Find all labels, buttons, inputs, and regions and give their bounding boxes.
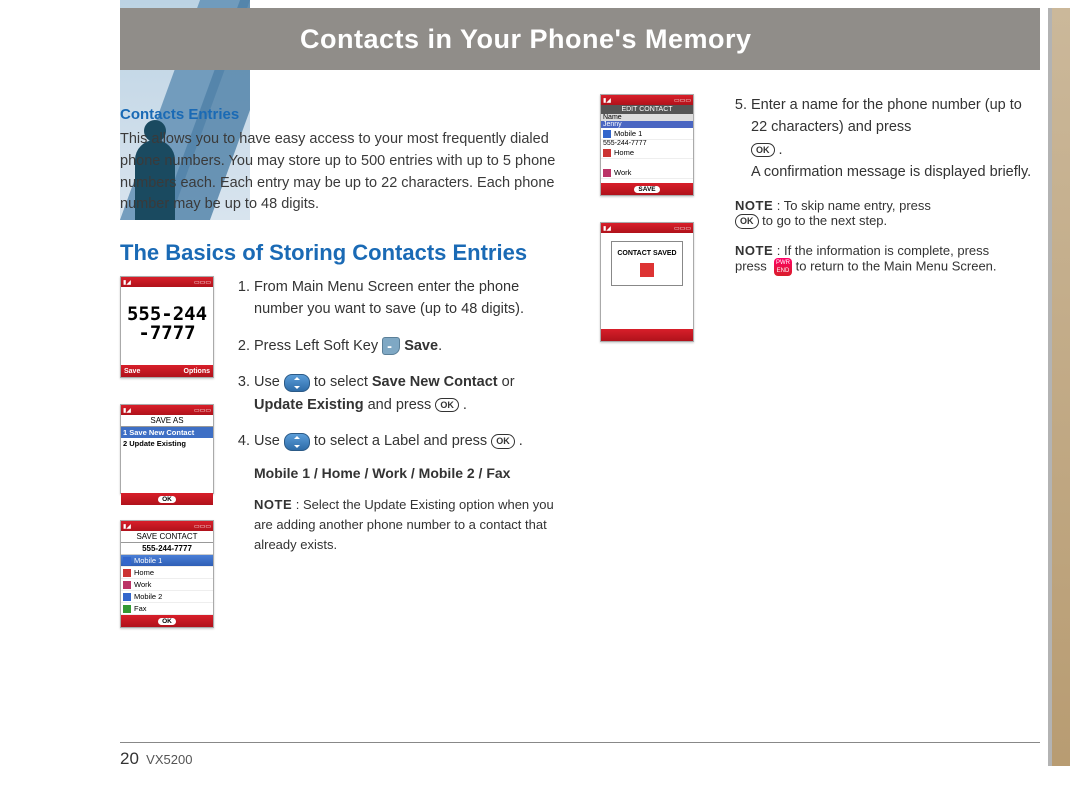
- end-key-icon: PWREND: [774, 258, 792, 276]
- field-mobile1-value: 555-244-7777: [601, 140, 693, 147]
- steps-text: From Main Menu Screen enter the phone nu…: [238, 276, 560, 628]
- steps-list: From Main Menu Screen enter the phone nu…: [254, 276, 560, 555]
- label-work: Work: [121, 579, 213, 591]
- page-content: Contacts Entries This allows you to have…: [120, 94, 1040, 644]
- label-mobile1: Mobile 1: [121, 555, 213, 567]
- step-1: From Main Menu Screen enter the phone nu…: [254, 276, 560, 321]
- ok-key-icon: OK: [491, 434, 515, 449]
- saveas-row-2: 2 Update Existing: [121, 438, 213, 449]
- softkey-left: Save: [124, 368, 140, 375]
- label-mobile2: Mobile 2: [121, 591, 213, 603]
- field-work: Work: [601, 167, 693, 179]
- edge-decoration: [1052, 8, 1070, 766]
- step-2: Press Left Soft Key Save.: [254, 335, 560, 357]
- section-title: The Basics of Storing Contacts Entries: [120, 240, 560, 266]
- label-home: Home: [121, 567, 213, 579]
- saveas-title: SAVE AS: [121, 415, 213, 427]
- phone-thumb-dialer: ▮◢▭▭▭ 555-244-7777 SaveOptions: [120, 276, 214, 378]
- chapter-title: Contacts in Your Phone's Memory: [300, 24, 752, 55]
- ok-key-icon: OK: [435, 398, 459, 413]
- step-5: Enter a name for the phone number (up to…: [751, 94, 1040, 184]
- phone-thumb-contactsaved: ▮◢▭▭▭ CONTACT SAVED: [600, 222, 694, 342]
- phone-thumbnails: ▮◢▭▭▭ 555-244-7777 SaveOptions ▮◢▭▭▭ SAV…: [120, 276, 220, 628]
- label-options: Mobile 1 / Home / Work / Mobile 2 / Fax: [254, 463, 560, 485]
- phone-thumb-saveas: ▮◢▭▭▭ SAVE AS 1 Save New Contact 2 Updat…: [120, 404, 214, 494]
- label-fax: Fax: [121, 603, 213, 615]
- savecontact-number: 555-244-7777: [121, 543, 213, 555]
- steps-list-cont: Enter a name for the phone number (up to…: [751, 94, 1040, 184]
- phone-thumb-labels: ▮◢▭▭▭ SAVE CONTACT 555-244-7777 Mobile 1…: [120, 520, 214, 628]
- step-4: Use to select a Label and press OK . Mob…: [254, 430, 560, 555]
- page-footer: 20 VX5200: [120, 742, 1040, 769]
- note-skip-name: NOTE : To skip name entry, press OK to g…: [735, 198, 1040, 229]
- softkey-center: OK: [158, 496, 176, 503]
- field-name-value: Jenny: [601, 121, 693, 128]
- softkey-icon: [382, 337, 400, 355]
- dialer-number: 555-244-7777: [121, 287, 213, 343]
- model-label: VX5200: [146, 752, 192, 767]
- field-mobile1: Mobile 1: [601, 128, 693, 140]
- softkey-center: OK: [158, 618, 176, 625]
- middle-thumbnails: ▮◢▭▭▭ EDIT CONTACT Name Jenny Mobile 1 5…: [600, 94, 695, 644]
- chapter-header: Contacts in Your Phone's Memory: [120, 8, 1040, 70]
- intro-paragraph: This allows you to have easy access to y…: [120, 129, 560, 216]
- field-name-label: Name: [601, 114, 693, 121]
- left-column: Contacts Entries This allows you to have…: [120, 94, 560, 644]
- saveas-row-1: 1 Save New Contact: [121, 427, 213, 438]
- savecontact-title: SAVE CONTACT: [121, 531, 213, 543]
- softkey-right: Options: [184, 368, 210, 375]
- field-home: Home: [601, 147, 693, 159]
- note-update-existing: NOTE : Select the Update Existing option…: [254, 495, 560, 555]
- steps-block: ▮◢▭▭▭ 555-244-7777 SaveOptions ▮◢▭▭▭ SAV…: [120, 276, 560, 628]
- step-3: Use to select Save New Contact or Update…: [254, 371, 560, 416]
- ok-key-icon: OK: [735, 214, 759, 229]
- section-subhead: Contacts Entries: [120, 106, 560, 123]
- phone-thumb-editcontact: ▮◢▭▭▭ EDIT CONTACT Name Jenny Mobile 1 5…: [600, 94, 694, 196]
- note-complete: NOTE : If the information is complete, p…: [735, 243, 1040, 276]
- softkey-center: SAVE: [634, 186, 659, 193]
- editcontact-title: EDIT CONTACT: [601, 105, 693, 114]
- ok-key-icon: OK: [751, 143, 775, 158]
- contact-saved-msg: CONTACT SAVED: [611, 241, 683, 286]
- page-number: 20: [120, 749, 139, 768]
- nav-key-icon: [284, 374, 310, 392]
- nav-key-icon: [284, 433, 310, 451]
- right-column: Enter a name for the phone number (up to…: [735, 94, 1040, 644]
